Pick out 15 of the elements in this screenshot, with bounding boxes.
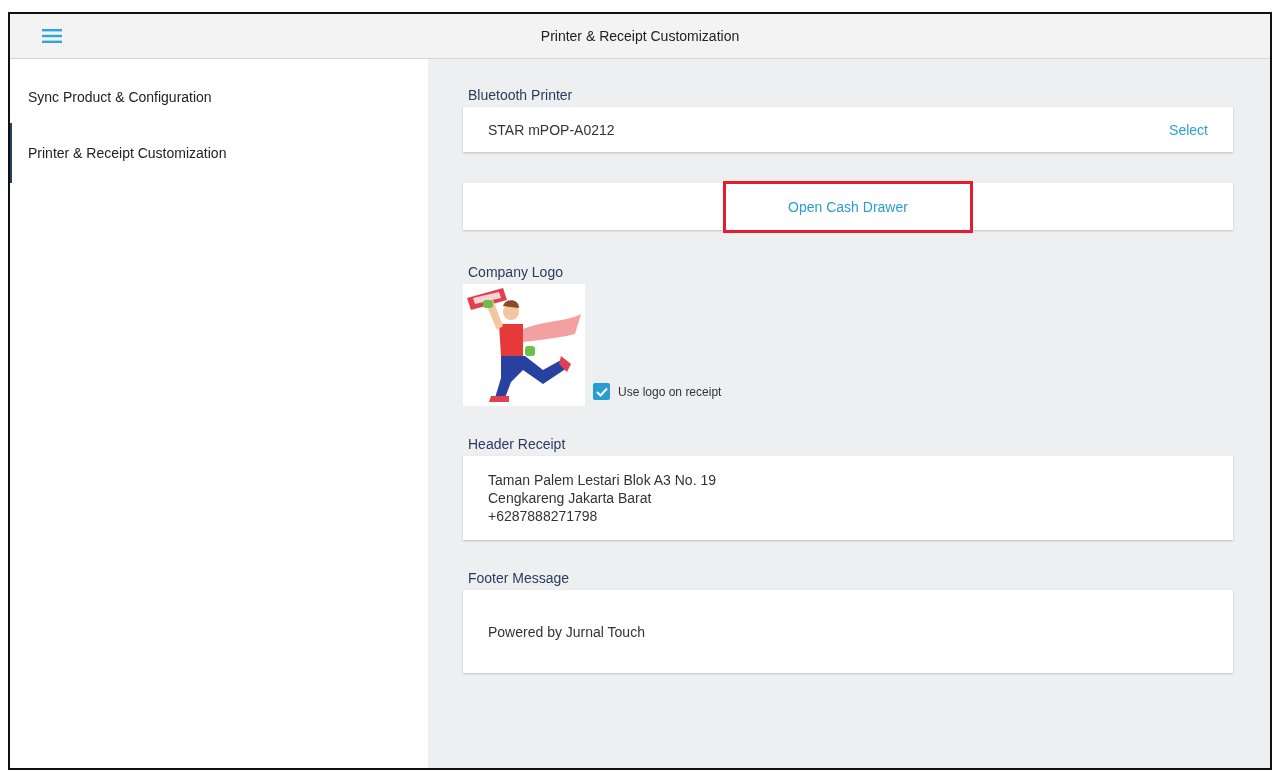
app-bar-title: Printer & Receipt Customization: [540, 28, 740, 44]
header-receipt-field[interactable]: Taman Palem Lestari Blok A3 No. 19 Cengkareng Jakarta Barat +6287888271798: [463, 456, 1233, 540]
address-line: +6287888271798: [488, 507, 599, 525]
section-label: Company Logo: [468, 264, 564, 280]
address-line: Cengkareng Jakarta Barat: [488, 489, 653, 507]
menu-icon[interactable]: [40, 27, 64, 45]
checkbox[interactable]: [593, 383, 610, 400]
footer-message-field[interactable]: Powered by Jurnal Touch: [463, 590, 1233, 673]
use-logo-checkbox[interactable]: Use logo on receipt: [593, 383, 722, 400]
section-label: Footer Message: [468, 570, 571, 586]
address-line: Taman Palem Lestari Blok A3 No. 19: [488, 471, 717, 489]
section-label: Header Receipt: [468, 436, 567, 452]
printer-name: STAR mPOP-A0212: [488, 121, 615, 138]
section-label: Bluetooth Printer: [468, 87, 574, 103]
footer-text: Powered by Jurnal Touch: [488, 623, 645, 640]
